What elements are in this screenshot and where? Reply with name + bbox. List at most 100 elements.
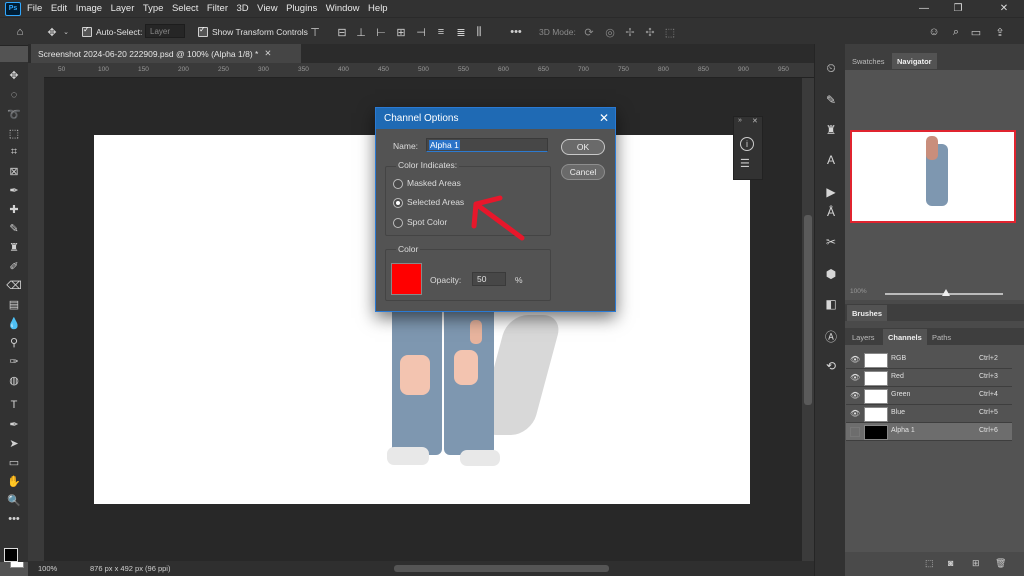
minimize-button[interactable]: —: [910, 0, 938, 17]
eye-icon[interactable]: 👁: [850, 355, 860, 364]
align-top-icon[interactable]: ⊤: [308, 24, 322, 40]
workspace-icon[interactable]: ▭: [968, 24, 984, 40]
menu-3d[interactable]: 3D: [237, 3, 249, 14]
distribute-horizontal-icon[interactable]: ⫼: [472, 24, 486, 40]
eyedropper-icon[interactable]: ✒: [4, 181, 24, 199]
dodge-icon[interactable]: ⚲: [4, 333, 24, 351]
timeline-icon[interactable]: ⟲: [823, 358, 839, 374]
eye-icon[interactable]: 👁: [850, 409, 860, 418]
home-icon[interactable]: ⌂: [12, 24, 28, 40]
masked-areas-radio[interactable]: [393, 179, 403, 189]
actions-icon[interactable]: ▶: [823, 184, 839, 200]
menu-help[interactable]: Help: [368, 3, 388, 14]
align-horizontal-center-icon[interactable]: ⊞: [394, 24, 408, 40]
brush-icon[interactable]: ✎: [4, 219, 24, 237]
info-icon[interactable]: i: [740, 137, 754, 151]
more-options-icon[interactable]: •••: [508, 24, 524, 40]
adjustments-icon[interactable]: ☰: [740, 157, 750, 170]
opacity-input[interactable]: 50: [472, 272, 506, 286]
type-icon[interactable]: T: [4, 396, 24, 414]
more-tools-icon[interactable]: •••: [4, 510, 24, 528]
gradient-icon[interactable]: ▤: [4, 295, 24, 313]
channel-row[interactable]: 👁 Red Ctrl+3: [846, 369, 1012, 387]
menu-view[interactable]: View: [257, 3, 277, 14]
clone-stamp-icon[interactable]: ♜: [4, 238, 24, 256]
zoom-icon[interactable]: 🔍: [4, 491, 24, 509]
menu-edit[interactable]: Edit: [51, 3, 67, 14]
zoom-slider-thumb[interactable]: [942, 289, 950, 296]
restore-button[interactable]: ❐: [944, 0, 972, 17]
document-tab[interactable]: Screenshot 2024-06-20 222909.psd @ 100% …: [31, 44, 301, 63]
align-bottom-icon[interactable]: ⊥: [354, 24, 368, 40]
visibility-toggle[interactable]: [850, 427, 860, 437]
channel-row[interactable]: 👁 RGB Ctrl+2: [846, 351, 1012, 369]
new-channel-icon[interactable]: ⊞: [972, 558, 980, 569]
channel-row-alpha[interactable]: Alpha 1 Ctrl+6: [846, 423, 1012, 441]
pen-tool-icon[interactable]: ✒: [4, 415, 24, 433]
align-right-icon[interactable]: ⊣: [414, 24, 428, 40]
dialog-title-bar[interactable]: Channel Options: [376, 108, 615, 129]
pen-icon[interactable]: ✑: [4, 352, 24, 370]
menu-window[interactable]: Window: [326, 3, 360, 14]
show-transform-checkbox[interactable]: Show Transform Controls: [198, 18, 308, 45]
color-swatch[interactable]: [391, 263, 422, 295]
eraser-icon[interactable]: ⌫: [4, 276, 24, 294]
eye-icon[interactable]: 👁: [850, 373, 860, 382]
distribute-vertical-icon[interactable]: ≡: [434, 24, 448, 40]
distribute-center-icon[interactable]: ≣: [454, 24, 468, 40]
tab-channels[interactable]: Channels: [883, 329, 927, 345]
tools-icon[interactable]: ✂: [823, 234, 839, 250]
frame-icon[interactable]: ⊠: [4, 162, 24, 180]
auto-select-dropdown[interactable]: Layer: [145, 24, 185, 38]
path-select-icon[interactable]: ➤: [4, 434, 24, 452]
paragraph-icon[interactable]: Ⓐ: [823, 328, 839, 344]
tab-brushes[interactable]: Brushes: [847, 305, 888, 321]
chevron-down-icon[interactable]: ⌄: [62, 26, 70, 38]
name-field[interactable]: Alpha 1: [426, 138, 548, 152]
delete-channel-icon[interactable]: 🗑: [995, 558, 1006, 569]
hand-icon[interactable]: ✋: [4, 472, 24, 490]
move-icon[interactable]: ✥: [4, 66, 24, 84]
collapse-icon[interactable]: »: [738, 117, 742, 124]
navigator-zoom[interactable]: 100%: [850, 288, 867, 295]
spot-color-label[interactable]: Spot Color: [407, 217, 447, 227]
channel-row[interactable]: 👁 Green Ctrl+4: [846, 387, 1012, 405]
align-vertical-center-icon[interactable]: ⊟: [335, 24, 349, 40]
account-icon[interactable]: ☺: [926, 24, 942, 40]
clone-source-icon[interactable]: ♜: [823, 122, 839, 138]
close-window-button[interactable]: ✕: [990, 0, 1018, 17]
vertical-scroll-thumb[interactable]: [804, 215, 812, 405]
menu-layer[interactable]: Layer: [111, 3, 135, 14]
smudge-icon[interactable]: ◍: [4, 371, 24, 389]
menu-filter[interactable]: Filter: [207, 3, 228, 14]
history-brush-icon[interactable]: ✐: [4, 257, 24, 275]
brush-settings-icon[interactable]: ✎: [823, 92, 839, 108]
foreground-color-swatch[interactable]: [4, 548, 18, 562]
paragraph-styles-icon[interactable]: Å: [823, 204, 839, 220]
menu-file[interactable]: File: [27, 3, 42, 14]
menu-select[interactable]: Select: [172, 3, 198, 14]
load-selection-icon[interactable]: ⬚: [925, 558, 934, 569]
eye-icon[interactable]: 👁: [850, 391, 860, 400]
share-icon[interactable]: ⇪: [992, 24, 1008, 40]
3d-icon[interactable]: ⬢: [823, 266, 839, 282]
tab-paths[interactable]: Paths: [927, 329, 956, 345]
tab-navigator[interactable]: Navigator: [892, 53, 937, 69]
object-select-icon[interactable]: ⬚: [4, 124, 24, 142]
cancel-button[interactable]: Cancel: [561, 164, 605, 180]
close-icon[interactable]: ✕: [599, 111, 609, 125]
zoom-level[interactable]: 100%: [38, 564, 57, 573]
glyphs-icon[interactable]: ◧: [823, 296, 839, 312]
character-icon[interactable]: A: [823, 152, 839, 168]
crop-icon[interactable]: ⌗: [4, 143, 24, 161]
navigator-preview[interactable]: [850, 130, 1016, 223]
move-tool-icon[interactable]: ✥: [44, 24, 60, 40]
ok-button[interactable]: OK: [561, 139, 605, 155]
healing-brush-icon[interactable]: ✚: [4, 200, 24, 218]
tab-swatches[interactable]: Swatches: [847, 53, 890, 69]
search-icon[interactable]: ⌕: [948, 24, 964, 40]
spot-color-radio[interactable]: [393, 218, 403, 228]
menu-type[interactable]: Type: [143, 3, 164, 14]
lasso-icon[interactable]: ➰: [4, 105, 24, 123]
align-left-icon[interactable]: ⊢: [374, 24, 388, 40]
